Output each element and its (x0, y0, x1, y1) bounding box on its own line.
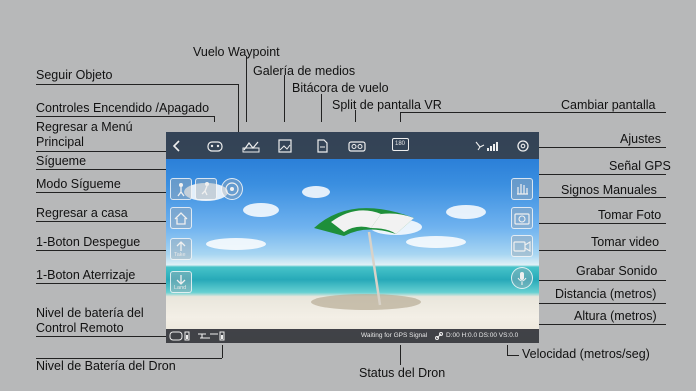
camera-mode-label: 180 (395, 141, 406, 147)
umbrella-shadow (311, 294, 421, 310)
manual-figure: Seguir Objeto Vuelo Waypoint Galería de … (0, 0, 696, 391)
beach-scene (184, 183, 486, 310)
gps-signal-icon (475, 141, 498, 151)
bottom-status-bar: Waiting for GPS Signal D:00 H:0.0 DS:00 … (166, 329, 539, 343)
label-switch-screen: Cambiar pantalla (561, 98, 656, 112)
label-vr: Split de pantalla VR (332, 98, 442, 112)
label-back-2: Principal (36, 135, 84, 149)
label-settings: Ajustes (620, 132, 661, 146)
label-gps-signal: Señal GPS (609, 159, 671, 173)
power-icon[interactable] (207, 139, 223, 153)
take-photo-button[interactable] (511, 207, 533, 229)
follow-mode-button[interactable] (221, 178, 243, 200)
telemetry-readout: D:00 H:0.0 DS:00 VS:0.0 (446, 332, 519, 339)
video-icon (513, 241, 531, 252)
drone-status-text: Waiting for GPS Signal (361, 332, 428, 339)
label-media-gallery: Galería de medios (253, 64, 356, 78)
label-follow-object: Seguir Objeto (36, 68, 113, 82)
settings-icon[interactable] (516, 139, 530, 153)
follow-object-icon (201, 182, 209, 196)
label-waypoint: Vuelo Waypoint (193, 45, 280, 59)
label-takeoff: 1-Boton Despegue (36, 235, 141, 249)
takeoff-button[interactable]: Take (170, 238, 192, 260)
label-record-sound: Grabar Sonido (576, 264, 658, 278)
label-take-video: Tomar video (591, 235, 660, 249)
camera-icon (514, 213, 530, 225)
follow-object-button[interactable] (195, 178, 217, 200)
follow-me-icon (177, 183, 185, 197)
gesture-icon (517, 184, 528, 195)
follow-mode-icon (225, 182, 239, 196)
takeoff-label: Take (174, 252, 186, 258)
log-icon[interactable] (316, 139, 328, 153)
drone-battery-icon (198, 331, 225, 341)
label-follow-me: Sígueme (36, 154, 87, 168)
gesture-button[interactable] (511, 178, 533, 200)
switch-screen-icon[interactable]: 180 (392, 138, 409, 151)
label-follow-mode: Modo Sígueme (36, 177, 121, 191)
mic-icon (517, 272, 527, 285)
home-icon (174, 212, 188, 225)
label-return-home: Regresar a casa (36, 206, 128, 220)
label-gestures: Signos Manuales (561, 183, 657, 197)
label-remote-batt-2: Control Remoto (36, 321, 124, 335)
label-back-1: Regresar a Menú (36, 120, 133, 134)
label-height: Altura (metros) (574, 309, 657, 323)
label-remote-batt-1: Nivel de batería del (36, 306, 144, 320)
take-video-button[interactable] (511, 235, 533, 257)
vr-icon[interactable] (348, 139, 366, 153)
landing-label: Land (174, 285, 187, 291)
label-drone-status: Status del Dron (359, 366, 446, 380)
back-icon[interactable] (171, 139, 183, 153)
waypoint-icon[interactable] (242, 139, 260, 153)
record-sound-button[interactable] (511, 267, 533, 289)
follow-me-button[interactable] (170, 178, 192, 200)
label-flight-log: Bitácora de vuelo (292, 81, 389, 95)
label-take-photo: Tomar Foto (598, 208, 662, 222)
top-toolbar: 180 (166, 132, 539, 159)
label-landing: 1-Boton Aterrizaje (36, 268, 136, 282)
label-drone-batt: Nivel de Batería del Dron (36, 359, 176, 373)
remote-battery-icon (169, 331, 190, 341)
label-distance: Distancia (metros) (555, 287, 657, 301)
label-speed: Velocidad (metros/seg) (522, 347, 650, 361)
return-home-button[interactable] (170, 207, 192, 229)
app-screen: 180 Take Land Waiting for GPS Signal D:0… (166, 132, 539, 343)
link-icon (435, 332, 443, 340)
landing-button[interactable]: Land (170, 271, 192, 293)
label-power: Controles Encendido /Apagado (36, 101, 210, 115)
gallery-icon[interactable] (278, 139, 292, 153)
